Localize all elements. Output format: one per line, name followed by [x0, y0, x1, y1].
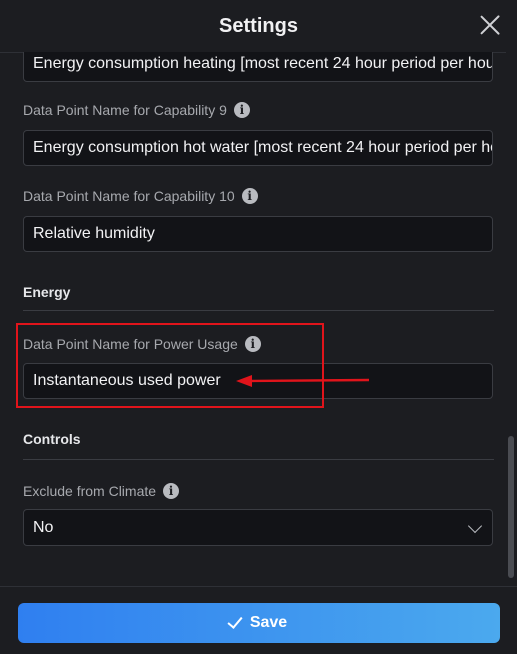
- capability-8-value: Energy consumption heating [most recent …: [33, 55, 493, 72]
- capability-9-value: Energy consumption hot water [most recen…: [33, 139, 493, 156]
- save-button[interactable]: Save: [18, 603, 500, 643]
- exclude-climate-label: Exclude from Climate i: [23, 483, 180, 499]
- check-icon: [227, 613, 243, 629]
- annotation-highlight-box: [16, 323, 324, 408]
- info-icon[interactable]: i: [241, 188, 258, 204]
- exclude-climate-label-text: Exclude from Climate: [23, 483, 157, 499]
- section-energy-title: Energy: [23, 284, 71, 300]
- section-divider: [23, 459, 494, 460]
- capability-9-label: Data Point Name for Capability 9 i: [23, 102, 250, 118]
- capability-10-label: Data Point Name for Capability 10 i: [23, 188, 258, 204]
- capability-9-input[interactable]: Energy consumption hot water [most recen…: [23, 130, 493, 166]
- section-divider: [23, 310, 494, 311]
- capability-10-label-text: Data Point Name for Capability 10: [23, 188, 235, 204]
- capability-10-value: Relative humidity: [33, 225, 155, 242]
- exclude-climate-select[interactable]: No: [23, 509, 493, 546]
- dialog-header: Settings: [0, 0, 517, 53]
- capability-10-input[interactable]: Relative humidity: [23, 216, 493, 252]
- capability-9-label-text: Data Point Name for Capability 9: [23, 102, 227, 118]
- exclude-climate-value: No: [33, 518, 54, 536]
- scrollbar-thumb[interactable]: [508, 436, 514, 578]
- section-controls-title: Controls: [23, 431, 81, 447]
- settings-content[interactable]: Energy consumption heating [most recent …: [0, 52, 506, 584]
- capability-8-input[interactable]: Energy consumption heating [most recent …: [23, 52, 493, 82]
- chevron-down-icon: [467, 518, 483, 534]
- dialog-title: Settings: [219, 14, 298, 37]
- info-icon[interactable]: i: [233, 102, 250, 118]
- info-icon[interactable]: i: [163, 483, 180, 499]
- settings-dialog: Settings Energy consumption heating [mos…: [0, 0, 517, 654]
- dialog-footer: Save: [0, 586, 517, 654]
- close-icon[interactable]: [477, 12, 503, 38]
- save-button-label: Save: [249, 614, 288, 631]
